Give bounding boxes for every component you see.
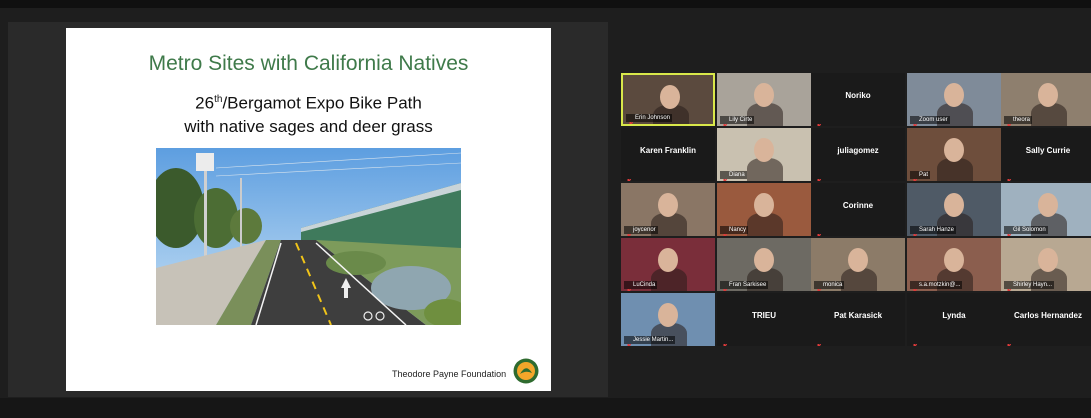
muted-mic-icon	[912, 117, 918, 126]
muted-mic-icon	[722, 227, 728, 236]
participant-face	[660, 85, 680, 109]
participant-face	[754, 193, 774, 217]
participant-face	[944, 193, 964, 217]
muted-mic-icon	[816, 282, 822, 291]
muted-mic-icon	[628, 115, 634, 124]
window-top-bar	[0, 0, 1091, 8]
participant-tile-pat[interactable]: Pat	[907, 128, 1001, 181]
muted-mic-icon	[1006, 337, 1012, 346]
muted-mic-icon	[626, 172, 632, 181]
participant-tile-corinne[interactable]: Corinne	[811, 183, 905, 236]
participant-tile-jessie[interactable]: Jessie Martin...	[621, 293, 715, 346]
participant-name-label: Shirley Hayn...	[1004, 281, 1055, 289]
muted-mic-icon	[912, 227, 918, 236]
slide-title: Metro Sites with California Natives	[148, 52, 469, 75]
participant-face	[944, 248, 964, 272]
presentation-slide: Metro Sites with California Natives 26th…	[66, 28, 551, 391]
participant-tile-diana[interactable]: Diana	[717, 128, 811, 181]
participant-tile-nancy[interactable]: Nancy	[717, 183, 811, 236]
muted-mic-icon	[816, 172, 822, 181]
participant-tile-sarah[interactable]: Sarah Hanze	[907, 183, 1001, 236]
participant-tile-joyce[interactable]: joycenor	[621, 183, 715, 236]
participant-name: Carlos Hernandez	[1013, 311, 1083, 320]
muted-mic-icon	[722, 282, 728, 291]
participant-face	[1038, 193, 1058, 217]
bike-path-photo	[156, 148, 461, 325]
muted-mic-icon	[912, 282, 918, 291]
participant-tile-monica[interactable]: monica	[811, 238, 905, 291]
muted-mic-icon	[912, 172, 918, 181]
participant-name: Pat Karasick	[833, 311, 883, 320]
muted-mic-icon	[722, 172, 728, 181]
participant-tile-karen[interactable]: Karen Franklin	[621, 128, 715, 181]
participant-tile-noriko[interactable]: Noriko	[811, 73, 905, 126]
muted-mic-icon	[816, 117, 822, 126]
participant-tile-patk[interactable]: Pat Karasick	[811, 293, 905, 346]
participant-tile-gil[interactable]: Gil Solomon	[1001, 183, 1091, 236]
participant-face	[944, 138, 964, 162]
participant-tile-sally[interactable]: Sally Currie	[1001, 128, 1091, 181]
participant-tile-trieu[interactable]: TRIEU	[717, 293, 811, 346]
participant-face	[754, 138, 774, 162]
participant-tile-carlos[interactable]: Carlos Hernandez	[1001, 293, 1091, 346]
participant-name-label: s.a.motzkin@...	[910, 281, 963, 289]
participant-face	[944, 83, 964, 107]
participant-name: Noriko	[845, 91, 871, 100]
participant-tile-theora[interactable]: theora	[1001, 73, 1091, 126]
participant-name: juliagomez	[837, 146, 879, 155]
muted-mic-icon	[816, 337, 822, 346]
slide-subtitle: 26th/Bergamot Expo Bike Path with native…	[66, 88, 551, 138]
participant-tile-lily[interactable]: Lily Cirte	[717, 73, 811, 126]
foundation-credit: Theodore Payne Foundation	[392, 369, 507, 379]
window-bottom-bar	[0, 398, 1091, 418]
participant-name: Sally Currie	[1025, 146, 1071, 155]
participant-face	[754, 83, 774, 107]
participant-tile-sa[interactable]: s.a.motzkin@...	[907, 238, 1001, 291]
participant-name: Lynda	[942, 311, 966, 320]
participant-name: TRIEU	[752, 311, 776, 320]
muted-mic-icon	[1006, 117, 1012, 126]
muted-mic-icon	[722, 337, 728, 346]
participant-face	[848, 248, 868, 272]
participant-tile-lynda[interactable]: Lynda	[907, 293, 1001, 346]
shared-screen: Metro Sites with California Natives 26th…	[8, 22, 608, 397]
participant-name-label: Jessie Martin...	[624, 336, 676, 344]
participant-face	[658, 248, 678, 272]
subtitle-number: 26	[195, 93, 215, 113]
participant-face	[658, 303, 678, 327]
participant-name: Karen Franklin	[639, 146, 696, 155]
muted-mic-icon	[1006, 172, 1012, 181]
participant-tile-fran[interactable]: Fran Sarkisee	[717, 238, 811, 291]
participant-tile-shirley[interactable]: Shirley Hayn...	[1001, 238, 1091, 291]
participant-face	[658, 193, 678, 217]
participant-face	[754, 248, 774, 272]
participant-tile-lu[interactable]: LuCinda	[621, 238, 715, 291]
participant-name-label: Fran Sarkisee	[720, 281, 769, 289]
participant-name: Corinne	[842, 201, 874, 210]
muted-mic-icon	[1006, 282, 1012, 291]
subtitle-rest: /Bergamot Expo Bike Path	[222, 93, 422, 113]
participant-tile-julia[interactable]: juliagomez	[811, 128, 905, 181]
participant-face	[1038, 248, 1058, 272]
participant-tile-zoom[interactable]: Zoom user	[907, 73, 1001, 126]
muted-mic-icon	[722, 117, 728, 126]
muted-mic-icon	[626, 337, 632, 346]
muted-mic-icon	[1006, 227, 1012, 236]
muted-mic-icon	[626, 282, 632, 291]
participant-tile-erin[interactable]: Erin Johnson	[621, 73, 715, 126]
subtitle-line-2: with native sages and deer grass	[184, 116, 433, 136]
muted-mic-icon	[626, 227, 632, 236]
foundation-logo	[513, 358, 539, 384]
muted-mic-icon	[816, 227, 822, 236]
muted-mic-icon	[912, 337, 918, 346]
participant-face	[1038, 83, 1058, 107]
